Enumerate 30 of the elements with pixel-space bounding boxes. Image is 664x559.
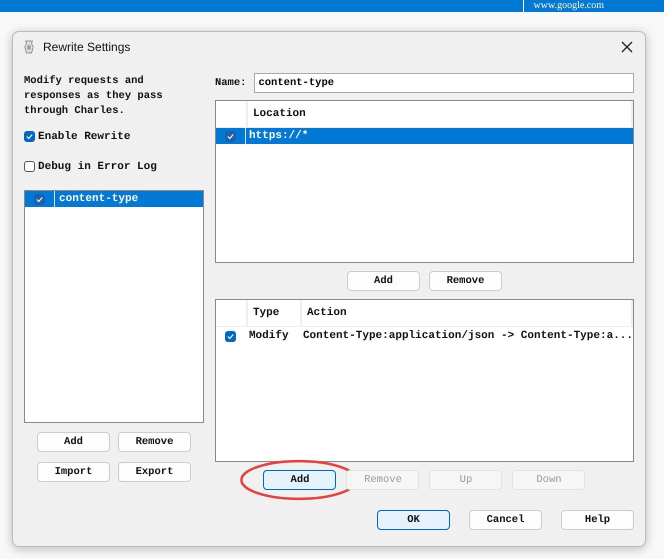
button[interactable]: Cancel xyxy=(469,510,542,530)
table-cell-text: Modify xyxy=(248,330,290,342)
button[interactable]: Help xyxy=(561,510,634,530)
button[interactable]: Export xyxy=(118,462,191,482)
close-icon[interactable] xyxy=(621,41,633,53)
column-header[interactable]: Type xyxy=(248,300,302,326)
window-title: Rewrite Settings xyxy=(43,40,132,54)
name-label: Name: xyxy=(214,77,246,89)
checkbox[interactable] xyxy=(224,130,236,142)
checkbox[interactable] xyxy=(24,131,35,142)
list-item[interactable]: content-type xyxy=(25,191,203,207)
button[interactable]: Add xyxy=(36,432,110,452)
url-text: www.google.com xyxy=(522,0,664,12)
checkbox[interactable] xyxy=(225,330,236,342)
jar-icon xyxy=(23,40,35,54)
table-cell-text: Content-Type:application/json -> Content-Type:a... xyxy=(302,330,633,342)
checkbox-label: Enable Rewrite xyxy=(38,130,130,142)
button[interactable]: Import xyxy=(36,462,110,482)
description-text: Modify requests and responses as they pass through Charles. xyxy=(24,74,164,119)
button[interactable]: Remove xyxy=(428,271,502,291)
button[interactable]: OK xyxy=(377,510,450,530)
checkbox-label: Debug in Error Log xyxy=(38,160,157,172)
checkbox[interactable] xyxy=(24,161,35,172)
checkbox[interactable] xyxy=(34,194,45,204)
table-cell-text: https://* xyxy=(248,130,310,142)
column-header[interactable]: Action xyxy=(302,300,633,326)
button[interactable]: Add xyxy=(263,470,336,490)
button[interactable]: Remove xyxy=(118,432,191,452)
name-field[interactable]: content-type xyxy=(254,73,634,93)
button[interactable]: Add xyxy=(346,271,420,291)
